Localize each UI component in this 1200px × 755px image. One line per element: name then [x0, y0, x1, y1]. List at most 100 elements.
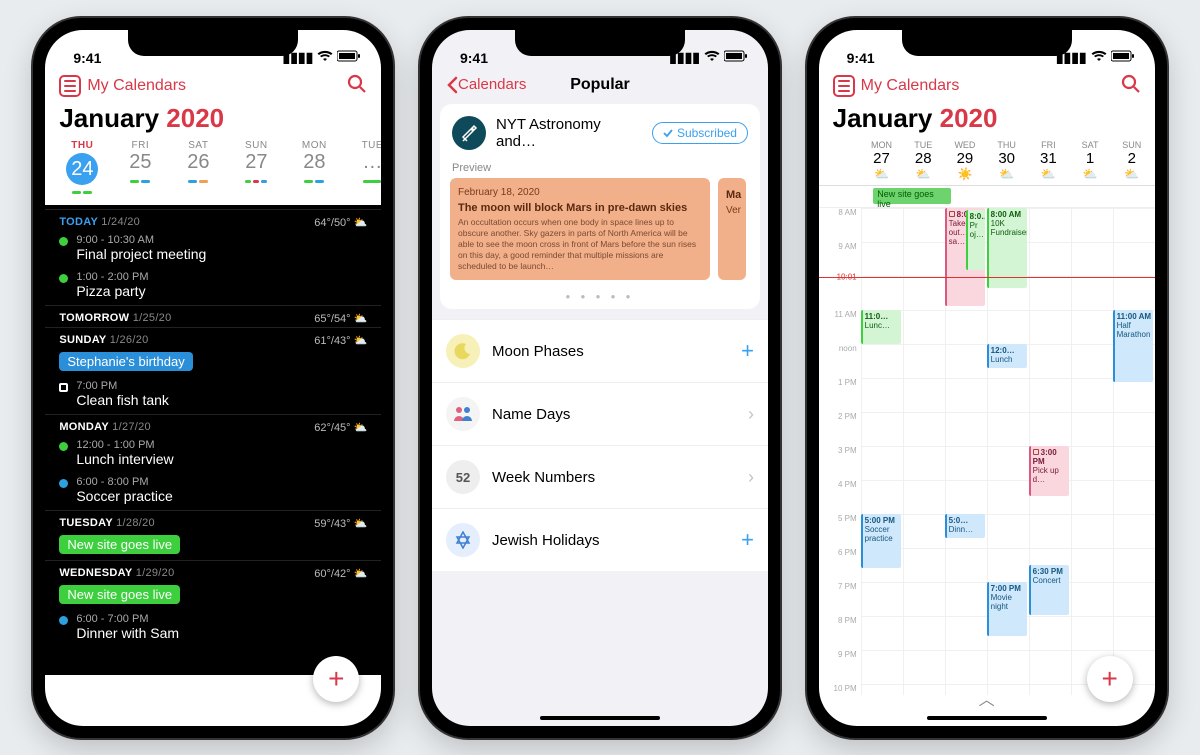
- chevron-right-icon: ›: [748, 404, 754, 425]
- week-event[interactable]: 3:00 PMPick up d…: [1029, 446, 1070, 496]
- month-label: January: [833, 103, 933, 133]
- week-event[interactable]: 5:00 PMSoccer practice: [861, 514, 902, 568]
- telescope-icon: [452, 116, 486, 150]
- nav-title[interactable]: My Calendars: [87, 77, 186, 95]
- agenda-day-header: TODAY 1/24/2064°/50° ⛅: [45, 209, 381, 231]
- screen-popular: 9:41 ▮▮▮▮ Calendars Popular NYT Astronom…: [432, 30, 768, 726]
- nav-bar: My Calendars: [819, 68, 1155, 101]
- date-column[interactable]: FRI25: [111, 140, 169, 195]
- calendar-list-row[interactable]: Name Days›: [432, 382, 768, 445]
- calendar-list-row[interactable]: 52Week Numbers›: [432, 445, 768, 508]
- agenda-event[interactable]: New site goes live: [45, 582, 381, 610]
- agenda-event[interactable]: 7:00 PMClean fish tank: [45, 377, 381, 414]
- week-event[interactable]: 5:0…Dinn…: [945, 514, 986, 538]
- preview-carousel[interactable]: February 18, 2020 The moon will block Ma…: [440, 178, 760, 289]
- calendar-list-row[interactable]: Moon Phases+: [432, 319, 768, 382]
- week-day-header[interactable]: SUN2⛅: [1111, 140, 1153, 181]
- home-indicator[interactable]: [540, 716, 660, 720]
- sheet-header: Calendars Popular: [432, 68, 768, 104]
- page-dots: ● ● ● ● ●: [440, 288, 760, 309]
- week-event[interactable]: 11:0…Lunc…: [861, 310, 902, 344]
- add-icon[interactable]: +: [741, 338, 754, 364]
- week-event[interactable]: 8:00 AM10K Fundraiser: [987, 208, 1028, 288]
- add-event-fab[interactable]: +: [313, 656, 359, 702]
- agenda-event[interactable]: 6:00 - 7:00 PMDinner with Sam: [45, 610, 381, 647]
- home-indicator[interactable]: [927, 716, 1047, 720]
- status-time: 9:41: [460, 50, 488, 66]
- home-indicator[interactable]: [153, 716, 273, 720]
- search-icon[interactable]: [347, 74, 367, 99]
- app-icon[interactable]: [833, 75, 855, 97]
- agenda-day-header: MONDAY 1/27/2062°/45° ⛅: [45, 414, 381, 436]
- week-header[interactable]: MON27⛅TUE28⛅WED29☀️THU30⛅FRI31⛅SAT1⛅SUN2…: [819, 140, 1155, 185]
- subscribed-badge[interactable]: Subscribed: [652, 122, 748, 144]
- agenda-event[interactable]: 9:00 - 10:30 AMFinal project meeting: [45, 231, 381, 268]
- moon-icon: [446, 334, 480, 368]
- week-grid[interactable]: New site goes live 8 AM9 AM11 AMnoon1 PM…: [819, 185, 1155, 695]
- allday-event[interactable]: New site goes live: [873, 188, 951, 204]
- date-strip[interactable]: THU24FRI25SAT26SUN27MON28TUE…: [45, 140, 381, 205]
- month-label: January: [59, 103, 159, 133]
- agenda-list[interactable]: TODAY 1/24/2064°/50° ⛅9:00 - 10:30 AMFin…: [45, 205, 381, 675]
- chevron-right-icon: ›: [748, 467, 754, 488]
- now-indicator: [819, 277, 1155, 278]
- preview-card[interactable]: February 18, 2020 The moon will block Ma…: [450, 178, 710, 281]
- week-day-header[interactable]: WED29☀️: [944, 140, 986, 181]
- add-icon[interactable]: +: [741, 527, 754, 553]
- agenda-event[interactable]: 6:00 - 8:00 PMSoccer practice: [45, 473, 381, 510]
- feed-name: NYT Astronomy and…: [496, 116, 642, 150]
- preview-body: An occultation occurs when one body in s…: [458, 217, 702, 272]
- week-number-icon: 52: [446, 460, 480, 494]
- week-event[interactable]: 11:00 AMHalf Marathon: [1113, 310, 1154, 382]
- check-icon: [663, 128, 673, 138]
- agenda-day-header: TOMORROW 1/25/2065°/54° ⛅: [45, 305, 381, 327]
- event-color-dot: [59, 274, 68, 283]
- screen-agenda: 9:41 ▮▮▮▮ My Calendars January 2: [45, 30, 381, 726]
- back-label: Calendars: [458, 76, 526, 93]
- date-column[interactable]: MON28: [285, 140, 343, 195]
- allday-row: New site goes live: [819, 186, 1155, 208]
- app-icon[interactable]: [59, 75, 81, 97]
- add-event-fab[interactable]: +: [1087, 656, 1133, 702]
- date-column[interactable]: THU24: [53, 140, 111, 195]
- back-button[interactable]: Calendars: [446, 76, 526, 94]
- month-title: January 2020: [45, 101, 381, 140]
- date-column[interactable]: TUE…: [343, 140, 381, 195]
- search-icon[interactable]: [1121, 74, 1141, 99]
- agenda-event[interactable]: Stephanie's birthday: [45, 349, 381, 377]
- grid-body[interactable]: 11:0…Lunc…8:0Take out… S u sa…8:0…Pr oj……: [861, 208, 1155, 695]
- week-day-header[interactable]: MON27⛅: [861, 140, 903, 181]
- status-icons: ▮▮▮▮: [283, 49, 362, 66]
- week-event[interactable]: 7:00 PMMovie night: [987, 582, 1028, 636]
- week-day-header[interactable]: THU30⛅: [986, 140, 1028, 181]
- expand-handle[interactable]: ︿: [979, 686, 995, 710]
- nav-title[interactable]: My Calendars: [861, 77, 960, 95]
- week-day-header[interactable]: SAT1⛅: [1069, 140, 1111, 181]
- event-color-dot: [59, 383, 68, 392]
- date-column[interactable]: SAT26: [169, 140, 227, 195]
- status-time: 9:41: [847, 50, 875, 66]
- battery-icon: [724, 49, 748, 65]
- preview-label: Preview: [440, 162, 760, 178]
- agenda-day-header: TUESDAY 1/28/2059°/43° ⛅: [45, 510, 381, 532]
- people-icon: [446, 397, 480, 431]
- agenda-event[interactable]: 1:00 - 2:00 PMPizza party: [45, 268, 381, 305]
- calendar-list-row[interactable]: Jewish Holidays+: [432, 508, 768, 571]
- week-event[interactable]: 8:0…Pr oj…: [966, 210, 986, 270]
- event-color-dot: [59, 616, 68, 625]
- battery-icon: [337, 49, 361, 65]
- agenda-event[interactable]: 12:00 - 1:00 PMLunch interview: [45, 436, 381, 473]
- week-day-header[interactable]: FRI31⛅: [1028, 140, 1070, 181]
- preview-card-peek[interactable]: Ma Ver: [718, 178, 746, 281]
- star-of-david-icon: [446, 523, 480, 557]
- week-event[interactable]: 6:30 PMConcert: [1029, 565, 1070, 615]
- week-day-header[interactable]: TUE28⛅: [902, 140, 944, 181]
- agenda-event[interactable]: New site goes live: [45, 532, 381, 560]
- screen-week: 9:41 ▮▮▮▮ My Calendars January 2020 MON2…: [819, 30, 1155, 726]
- event-color-dot: [59, 479, 68, 488]
- week-event[interactable]: 12:0…Lunch: [987, 344, 1028, 368]
- featured-card[interactable]: NYT Astronomy and… Subscribed Preview Fe…: [440, 104, 760, 310]
- phone-left: 9:41 ▮▮▮▮ My Calendars January 2: [33, 18, 393, 738]
- date-column[interactable]: SUN27: [227, 140, 285, 195]
- notch: [902, 30, 1072, 56]
